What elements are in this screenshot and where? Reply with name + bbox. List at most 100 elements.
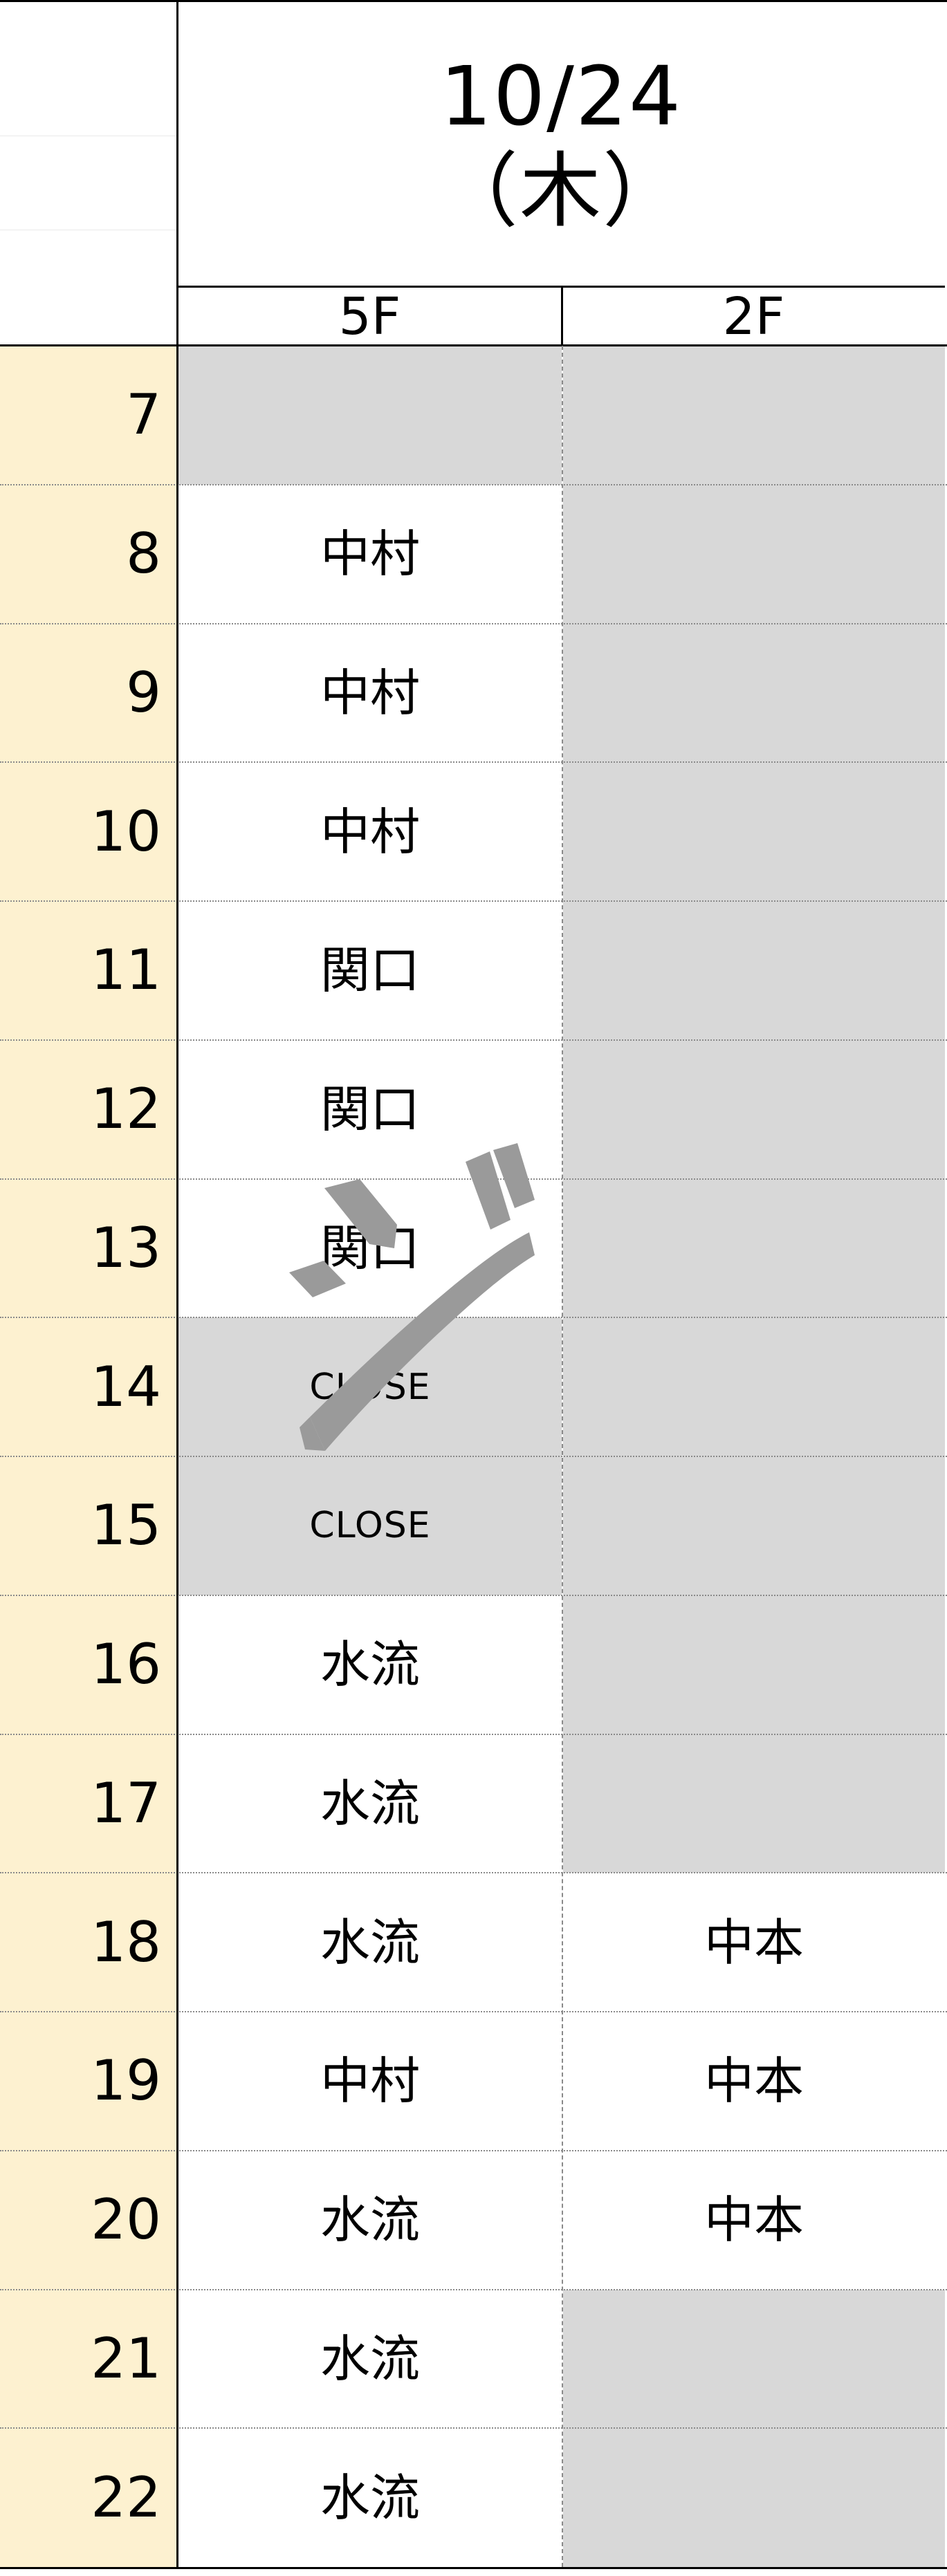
- row-separator: [0, 2011, 947, 2012]
- slot-5f-18[interactable]: 水流: [178, 1873, 562, 2012]
- slot-label: 関口: [320, 1080, 420, 1139]
- slot-5f-11[interactable]: 関口: [178, 901, 562, 1040]
- slot-label: 中本: [704, 1913, 804, 1972]
- slot-5f-9[interactable]: 中村: [178, 623, 562, 763]
- hour-label-8: 8: [0, 484, 176, 624]
- row-separator: [0, 483, 947, 485]
- slot-2f-12[interactable]: [563, 1039, 945, 1179]
- row-separator: [0, 1733, 947, 1735]
- slot-5f-13[interactable]: 関口: [178, 1178, 562, 1318]
- slot-5f-16[interactable]: 水流: [178, 1595, 562, 1734]
- slot-2f-21[interactable]: [563, 2289, 945, 2429]
- row-separator: [0, 1456, 947, 1457]
- hour-label-22: 22: [0, 2428, 176, 2567]
- slot-label: 関口: [320, 1218, 420, 1277]
- slot-5f-17[interactable]: 水流: [178, 1734, 562, 1873]
- column-header-5f: 5F: [177, 287, 562, 346]
- slot-2f-9[interactable]: [563, 623, 945, 763]
- slot-5f-20[interactable]: 水流: [178, 2150, 562, 2290]
- header-corner-blank: [0, 0, 177, 346]
- hour-label-text: 20: [91, 2187, 161, 2252]
- hour-label-text: 16: [91, 1632, 161, 1697]
- hour-label-21: 21: [0, 2289, 176, 2429]
- row-separator: [0, 1594, 947, 1596]
- row-separator: [0, 1872, 947, 1874]
- grid-rule-hour-divider: [176, 0, 178, 2569]
- title-weekday: （木）: [436, 142, 686, 239]
- slot-label: 中村: [320, 2052, 420, 2111]
- slot-2f-7[interactable]: [563, 346, 945, 485]
- hour-label-text: 21: [91, 2326, 161, 2391]
- slot-2f-18[interactable]: 中本: [563, 1873, 945, 2012]
- slot-5f-8[interactable]: 中村: [178, 484, 562, 624]
- hour-label-19: 19: [0, 2012, 176, 2151]
- hour-label-14: 14: [0, 1317, 176, 1456]
- hour-label-text: 12: [91, 1077, 161, 1142]
- slot-5f-14[interactable]: CLOSE: [178, 1317, 562, 1456]
- slot-2f-11[interactable]: [563, 901, 945, 1040]
- hour-label-text: 10: [91, 799, 161, 864]
- column-header-2f: 2F: [562, 287, 945, 346]
- slot-2f-19[interactable]: 中本: [563, 2012, 945, 2151]
- column-header-2f-label: 2F: [722, 286, 785, 346]
- slot-label: 水流: [320, 1774, 420, 1833]
- slot-5f-15[interactable]: CLOSE: [178, 1456, 562, 1595]
- slot-label: 水流: [320, 2468, 420, 2527]
- grid-rule-floor-divider-body: [562, 346, 563, 2567]
- slot-2f-10[interactable]: [563, 762, 945, 901]
- slot-label: 水流: [320, 2191, 420, 2250]
- row-separator: [0, 1039, 947, 1041]
- slot-2f-17[interactable]: [563, 1734, 945, 1873]
- slot-2f-16[interactable]: [563, 1595, 945, 1734]
- slot-label: 水流: [320, 1913, 420, 1972]
- hour-label-13: 13: [0, 1178, 176, 1318]
- hour-label-12: 12: [0, 1039, 176, 1179]
- slot-label: 中本: [704, 2052, 804, 2111]
- slot-label: 中本: [704, 2191, 804, 2250]
- page-title: 10/24 （木）: [177, 0, 945, 287]
- slot-label: CLOSE: [309, 1366, 431, 1408]
- slot-label: 中村: [320, 802, 420, 861]
- hour-label-text: 11: [91, 938, 161, 1003]
- slot-5f-7[interactable]: [178, 346, 562, 485]
- column-header-5f-label: 5F: [338, 286, 401, 346]
- row-separator: [0, 622, 947, 624]
- slot-label: 中村: [320, 663, 420, 722]
- slot-2f-13[interactable]: [563, 1178, 945, 1318]
- slot-2f-8[interactable]: [563, 484, 945, 624]
- hour-label-text: 13: [91, 1215, 161, 1280]
- slot-2f-15[interactable]: [563, 1456, 945, 1595]
- row-separator: [0, 2149, 947, 2151]
- hour-label-text: 15: [91, 1493, 161, 1558]
- hour-label-text: 22: [91, 2465, 161, 2530]
- slot-2f-20[interactable]: 中本: [563, 2150, 945, 2290]
- row-separator: [0, 2288, 947, 2290]
- row-separator: [0, 761, 947, 763]
- slot-5f-19[interactable]: 中村: [178, 2012, 562, 2151]
- hour-label-text: 19: [91, 2048, 161, 2113]
- row-separator: [0, 900, 947, 902]
- slot-5f-12[interactable]: 関口: [178, 1039, 562, 1179]
- hour-label-text: 18: [91, 1909, 161, 1974]
- hour-label-18: 18: [0, 1873, 176, 2012]
- slot-label: 中村: [320, 525, 420, 584]
- grid-border-top: [0, 0, 947, 2]
- slot-label: CLOSE: [309, 1505, 431, 1547]
- slot-label: 水流: [320, 1636, 420, 1694]
- hour-label-16: 16: [0, 1595, 176, 1734]
- slot-5f-22[interactable]: 水流: [178, 2428, 562, 2567]
- slot-2f-22[interactable]: [563, 2428, 945, 2567]
- hour-label-10: 10: [0, 762, 176, 901]
- hour-label-9: 9: [0, 623, 176, 763]
- slot-5f-10[interactable]: 中村: [178, 762, 562, 901]
- slot-label: 水流: [320, 2329, 420, 2388]
- hour-label-text: 17: [91, 1770, 161, 1835]
- grid-border-bottom: [0, 2567, 947, 2569]
- row-separator: [0, 1317, 947, 1319]
- hour-label-11: 11: [0, 901, 176, 1040]
- slot-label: 関口: [320, 941, 420, 1000]
- hour-label-text: 14: [91, 1354, 161, 1419]
- slot-5f-21[interactable]: 水流: [178, 2289, 562, 2429]
- slot-2f-14[interactable]: [563, 1317, 945, 1456]
- hour-label-15: 15: [0, 1456, 176, 1595]
